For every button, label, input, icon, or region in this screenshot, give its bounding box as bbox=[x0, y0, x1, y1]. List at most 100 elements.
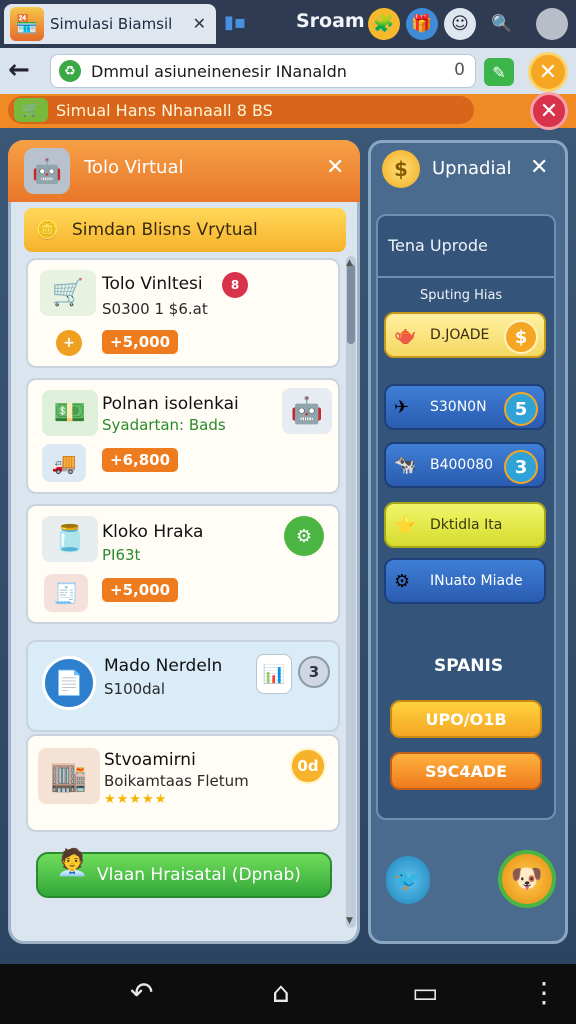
nav-recents-icon[interactable]: ▭ bbox=[412, 976, 438, 1009]
new-tab-icon[interactable]: ▮▪ bbox=[224, 12, 246, 34]
close-window-button[interactable]: ✕ bbox=[528, 52, 568, 92]
upgrade-label: Sputing Hias bbox=[420, 288, 503, 303]
chart-sheet-icon: 📊 bbox=[256, 654, 292, 694]
upgrade-badge: 5 bbox=[504, 392, 538, 426]
upgrade-gear-icon[interactable]: ⚙ bbox=[284, 516, 324, 556]
scroll-down-icon[interactable]: ▼ bbox=[346, 916, 353, 926]
pet-round-button[interactable]: 🐶 bbox=[498, 850, 556, 908]
nav-back-icon[interactable]: ↶ bbox=[130, 976, 153, 1009]
profile-avatar[interactable] bbox=[536, 8, 568, 40]
document-icon: 📄 bbox=[42, 656, 96, 710]
scroll-up-icon[interactable]: ▲ bbox=[346, 258, 353, 268]
upgrade-option-button[interactable]: 🐄 B400080 3 bbox=[384, 442, 546, 488]
banner-text: Simual Hans Nhanaall 8 BS bbox=[56, 100, 273, 120]
star-icon: ⭐ bbox=[394, 514, 417, 536]
upgrade-option-label: S30N0N bbox=[430, 399, 487, 415]
store-robot-icon: 🤖 bbox=[24, 148, 70, 194]
reload-icon[interactable]: 0 bbox=[454, 60, 465, 80]
secure-lock-icon: ♻ bbox=[59, 60, 81, 82]
nav-menu-icon[interactable]: ⋮ bbox=[530, 976, 558, 1009]
star-rating: ★★★★★ bbox=[104, 792, 168, 807]
url-text: Dmmul asiuneinenesir INanaldn bbox=[91, 61, 347, 81]
account-icon[interactable]: ☺ bbox=[444, 8, 476, 40]
mascot-bird-icon[interactable]: 🐦 bbox=[386, 856, 430, 904]
upgrade-close-icon[interactable]: ✕ bbox=[530, 155, 548, 180]
store-item-card[interactable]: 📄 Mado Nerdeln S100dal 📊 3 bbox=[26, 640, 340, 732]
upgrade-option-button[interactable]: 🫖 D.JOADE $ bbox=[384, 312, 546, 358]
search-icon[interactable]: 🔍 bbox=[486, 8, 518, 40]
item-title: Tolo Vinltesi bbox=[102, 274, 203, 294]
store-item-card[interactable]: 🛒 Tolo Vinltesi 8 S0300 1 $6.at + +5,000 bbox=[26, 258, 340, 368]
tab-close-icon[interactable]: ✕ bbox=[193, 14, 206, 33]
upgrade-inner-title: Tena Uprode bbox=[388, 236, 488, 255]
upgrade-option-label: D.JOADE bbox=[430, 327, 490, 343]
upgrade-pill-button[interactable]: UPO/O1B bbox=[390, 700, 542, 738]
upgrade-pill-button[interactable]: S9C4ADE bbox=[390, 752, 542, 790]
airplane-icon: ✈ bbox=[394, 396, 410, 418]
cart-icon: 🛒 bbox=[14, 98, 48, 122]
browser-tab[interactable]: 🏪 Simulasi Biamsil ✕ bbox=[4, 4, 216, 44]
back-arrow-icon[interactable]: ← bbox=[8, 55, 30, 85]
item-price[interactable]: +6,800 bbox=[102, 448, 179, 472]
item-subtitle: Syadartan: Bads bbox=[102, 416, 226, 434]
divider bbox=[378, 276, 554, 278]
game-favicon-icon: 🏪 bbox=[10, 7, 44, 41]
store-building-icon: 🏬 bbox=[38, 748, 100, 804]
store-close-icon[interactable]: ✕ bbox=[326, 155, 344, 180]
money-box-icon: 💵 bbox=[42, 390, 98, 436]
register-icon: 🧾 bbox=[44, 574, 88, 612]
item-price[interactable]: +5,000 bbox=[102, 330, 179, 354]
store-subtitle-bar: 🪙 Simdan Blisns Vrytual bbox=[24, 208, 346, 252]
spawns-heading: SPANIS bbox=[434, 656, 504, 676]
item-price[interactable]: +5,000 bbox=[102, 578, 179, 602]
item-title: Mado Nerdeln bbox=[104, 656, 223, 676]
upgrade-option-button[interactable]: ✈ S30N0N 5 bbox=[384, 384, 546, 430]
item-badge: 0d bbox=[290, 748, 326, 784]
jar-icon: 🫙 bbox=[42, 516, 98, 562]
item-subtitle: PI63t bbox=[102, 546, 141, 564]
character-icon: 🧑‍💼 bbox=[56, 848, 89, 878]
scroll-thumb[interactable] bbox=[347, 264, 355, 344]
store-panel-title: Tolo Virtual bbox=[84, 157, 184, 178]
upgrade-option-label: Dktidla Ita bbox=[430, 517, 503, 533]
open-business-label: Vlaan Hraisatal (Dpnab) bbox=[97, 865, 301, 885]
upgrade-option-button[interactable]: ⭐ Dktidla Ita bbox=[384, 502, 546, 548]
upgrade-panel-title: Upnadial bbox=[432, 158, 512, 179]
truck-icon: 🚚 bbox=[42, 444, 86, 482]
banner-pill[interactable]: 🛒 Simual Hans Nhanaall 8 BS bbox=[8, 96, 474, 124]
browser-brand: Sroam bbox=[296, 10, 365, 32]
cow-icon: 🐄 bbox=[394, 454, 417, 476]
item-subtitle: S100dal bbox=[104, 680, 166, 698]
edit-extension-icon[interactable]: ✎ bbox=[484, 58, 514, 86]
gift-extension-icon[interactable]: 🎁 bbox=[406, 8, 438, 40]
nav-home-icon[interactable]: ⌂ bbox=[272, 976, 290, 1009]
item-badge: 3 bbox=[298, 656, 330, 688]
upgrade-option-button[interactable]: ⚙ INuato Miade bbox=[384, 558, 546, 604]
upgrade-option-label: INuato Miade bbox=[430, 573, 523, 589]
item-title: Polnan isolenkai bbox=[102, 394, 239, 414]
robot-worker-icon: 🤖 bbox=[282, 388, 332, 434]
store-scrollbar[interactable] bbox=[346, 256, 356, 928]
upgrade-badge: $ bbox=[504, 320, 538, 354]
store-item-card[interactable]: 💵 Polnan isolenkai 🤖 Syadartan: Bads 🚚 +… bbox=[26, 378, 340, 494]
tab-title: Simulasi Biamsil bbox=[50, 15, 173, 33]
teapot-icon: 🫖 bbox=[394, 324, 417, 346]
upgrade-badge: 3 bbox=[504, 450, 538, 484]
url-field[interactable]: ♻ Dmmul asiuneinenesir INanaldn 0 bbox=[50, 54, 476, 88]
item-subtitle: S0300 1 $6.at bbox=[102, 300, 208, 318]
open-business-button[interactable]: 🧑‍💼 Vlaan Hraisatal (Dpnab) bbox=[36, 848, 332, 898]
store-item-card[interactable]: 🏬 Stvoamirni Boikamtaas Fletum ★★★★★ 0d bbox=[26, 734, 340, 832]
puzzle-extension-icon[interactable]: 🧩 bbox=[368, 8, 400, 40]
item-title: Kloko Hraka bbox=[102, 522, 204, 542]
item-title: Stvoamirni bbox=[104, 750, 196, 770]
upgrade-option-label: B400080 bbox=[430, 457, 494, 473]
banner-close-button[interactable]: ✕ bbox=[530, 92, 568, 130]
store-subtitle: Simdan Blisns Vrytual bbox=[72, 220, 258, 240]
item-badge: 8 bbox=[222, 272, 248, 298]
shopping-cart-icon: 🛒 bbox=[40, 270, 96, 316]
item-subtitle: Boikamtaas Fletum bbox=[104, 772, 249, 790]
coins-icon: 🪙 bbox=[36, 219, 59, 241]
store-item-card[interactable]: 🫙 Kloko Hraka ⚙ PI63t 🧾 +5,000 bbox=[26, 504, 340, 624]
coin-icon: $ bbox=[382, 150, 420, 188]
gear-icon: ⚙ bbox=[394, 570, 411, 592]
